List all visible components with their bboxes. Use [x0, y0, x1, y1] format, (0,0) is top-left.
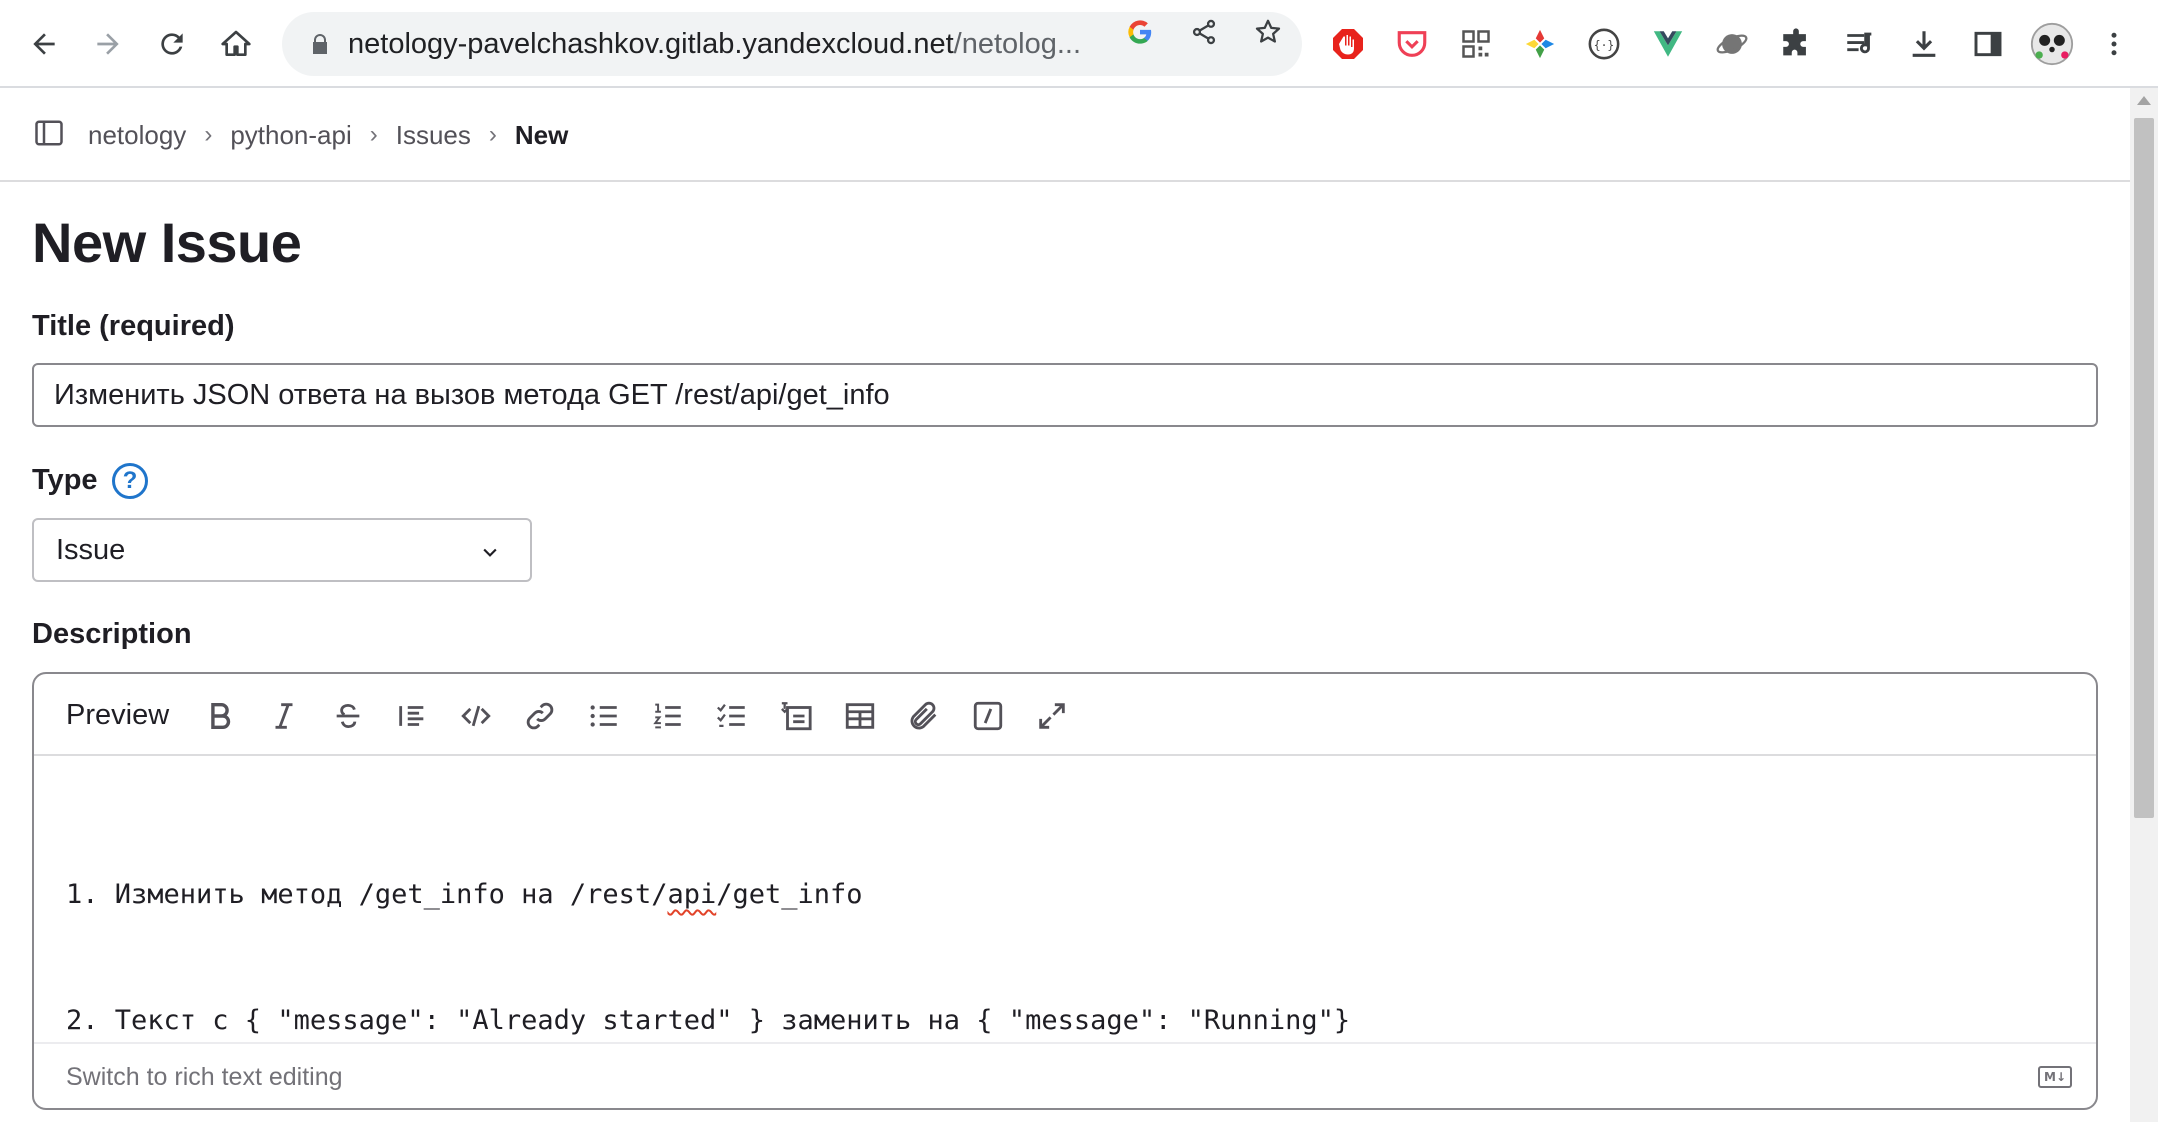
star-icon[interactable] [1252, 16, 1284, 48]
collapsible-icon[interactable] [776, 696, 816, 736]
breadcrumb-separator: › [488, 121, 497, 148]
puzzle-icon[interactable] [1774, 22, 1818, 66]
editor-footer: Switch to rich text editing M↓ [34, 1042, 2096, 1108]
url-text[interactable]: netology-pavelchashkov.gitlab.yandexclou… [348, 12, 1378, 76]
profile-avatar[interactable] [2030, 22, 2074, 66]
breadcrumb-item-netology[interactable]: netology [88, 120, 186, 151]
preview-button[interactable]: Preview [66, 674, 169, 756]
bullet-list-icon[interactable] [584, 696, 624, 736]
link-icon[interactable] [520, 696, 560, 736]
page-scrollbar[interactable] [2130, 88, 2158, 1122]
google-icon[interactable] [1124, 16, 1156, 48]
breadcrumb-item-issues[interactable]: Issues [396, 120, 471, 151]
json-extension-icon[interactable]: {·} [1582, 22, 1626, 66]
bold-icon[interactable] [200, 696, 240, 736]
type-select[interactable]: Issue [32, 518, 532, 582]
forward-icon[interactable] [84, 20, 132, 68]
title-label: Title (required) [32, 310, 235, 342]
vue-icon[interactable] [1646, 22, 1690, 66]
svg-text:{·}: {·} [1594, 38, 1614, 52]
more-icon[interactable] [2092, 22, 2136, 66]
title-input[interactable] [32, 363, 2098, 427]
lock-icon[interactable] [308, 32, 332, 56]
switch-rich-text-button[interactable]: Switch to rich text editing [66, 1044, 343, 1108]
attachment-icon[interactable] [904, 696, 944, 736]
scroll-up-arrow[interactable] [2137, 96, 2151, 105]
side-panel-icon[interactable] [1966, 22, 2010, 66]
pocket-icon[interactable] [1390, 22, 1434, 66]
task-list-icon[interactable] [712, 696, 752, 736]
breadcrumb-item-new[interactable]: New [515, 120, 568, 151]
stop-extension-icon[interactable] [1326, 22, 1370, 66]
misspelled-word: api [667, 879, 717, 910]
quote-icon[interactable] [392, 696, 432, 736]
share-icon[interactable] [1188, 16, 1220, 48]
breadcrumb-bar: netology › python-api › Issues › New [0, 88, 2130, 182]
markdown-icon[interactable]: M↓ [2038, 1066, 2072, 1088]
colorful-extension-icon[interactable] [1518, 22, 1562, 66]
table-icon[interactable] [840, 696, 880, 736]
fullscreen-icon[interactable] [1032, 696, 1072, 736]
description-textarea[interactable]: 1. Изменить метод /get_info на /rest/api… [34, 756, 2096, 1046]
page-title: New Issue [32, 211, 302, 274]
help-icon[interactable]: ? [112, 463, 148, 499]
download-icon[interactable] [1902, 22, 1946, 66]
reload-icon[interactable] [148, 20, 196, 68]
qr-icon[interactable] [1454, 22, 1498, 66]
description-line: 2. Текст с { "message": "Already started… [66, 1005, 1351, 1036]
description-line: 1. Изменить метод /get_info на /rest/api… [66, 879, 863, 910]
back-icon[interactable] [20, 20, 68, 68]
breadcrumb: netology › python-api › Issues › New [88, 88, 568, 182]
planet-icon[interactable] [1710, 22, 1754, 66]
italic-icon[interactable] [264, 696, 304, 736]
strikethrough-icon[interactable] [328, 696, 368, 736]
editor-toolbar: Preview [34, 674, 2096, 756]
quick-actions-icon[interactable] [968, 696, 1008, 736]
breadcrumb-item-python-api[interactable]: python-api [230, 120, 351, 151]
numbered-list-icon[interactable] [648, 696, 688, 736]
type-label: Type [32, 464, 98, 496]
markdown-editor: Preview 1. Изменить метод /get_info на /… [32, 672, 2098, 1110]
breadcrumb-separator: › [369, 121, 378, 148]
home-icon[interactable] [212, 20, 260, 68]
breadcrumb-separator: › [204, 121, 213, 148]
code-icon[interactable] [456, 696, 496, 736]
description-label: Description [32, 618, 192, 650]
type-select-value: Issue [56, 533, 126, 566]
chevron-down-icon [483, 548, 497, 557]
sidebar-toggle-icon[interactable] [34, 118, 64, 148]
browser-toolbar: netology-pavelchashkov.gitlab.yandexclou… [0, 0, 2158, 88]
scrollbar-thumb[interactable] [2134, 118, 2154, 818]
reading-list-icon[interactable] [1838, 22, 1882, 66]
